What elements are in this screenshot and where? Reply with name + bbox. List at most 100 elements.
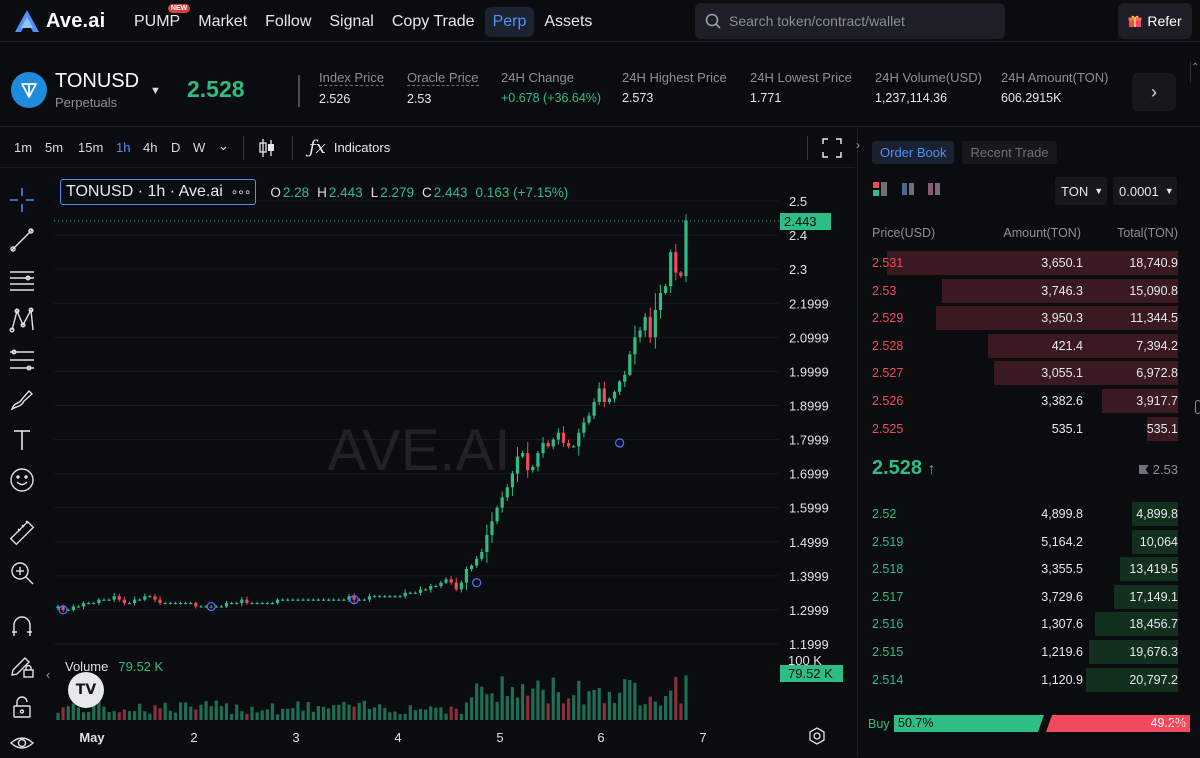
- tab-recent-trade[interactable]: Recent Trade: [962, 141, 1057, 164]
- nav-item-assets[interactable]: Assets: [536, 7, 600, 37]
- scroll-edge[interactable]: ⌃: [1190, 62, 1200, 82]
- bid-row[interactable]: 2.519 5,164.2 10,064: [872, 529, 1178, 554]
- bid-row[interactable]: 2.515 1,219.6 19,676.3: [872, 640, 1178, 664]
- draw-lock-tool[interactable]: [7, 652, 37, 682]
- ticker-next-button[interactable]: ›: [1132, 73, 1176, 111]
- chart-watermark: AVE.AI: [328, 418, 511, 483]
- symbol-dropdown-icon[interactable]: ▼: [150, 85, 161, 97]
- fib-tool[interactable]: [7, 345, 37, 375]
- candle: [240, 599, 244, 604]
- timeframe-dropdown-icon[interactable]: ⌄: [218, 138, 229, 154]
- ask-row[interactable]: 2.526 3,382.6 3,917.7: [872, 389, 1178, 413]
- event-marker-icon[interactable]: [614, 438, 625, 448]
- trend-line-tool[interactable]: [7, 225, 37, 255]
- legend-more-icon[interactable]: ∘∘∘: [231, 185, 252, 199]
- ask-row[interactable]: 2.53 3,746.3 15,090.8: [872, 278, 1178, 303]
- ask-row[interactable]: 2.529 3,950.3 11,344.5: [872, 306, 1178, 331]
- bid-row[interactable]: 2.514 1,120.9 20,797.2: [872, 667, 1178, 692]
- search-box[interactable]: [695, 3, 1005, 39]
- collapse-arrow-icon[interactable]: ‹: [46, 667, 50, 682]
- nav-item-label: Copy Trade: [391, 13, 475, 30]
- visibility-tool[interactable]: [7, 728, 37, 758]
- stat-value: 1.771: [750, 91, 782, 105]
- ask-row[interactable]: 2.528 421.4 7,394.2: [872, 333, 1178, 358]
- y-axis-tick: 1.6999: [789, 467, 829, 482]
- symbol-legend-box[interactable]: TONUSD · 1h · Ave.ai ∘∘∘: [60, 179, 257, 205]
- stat-oracle-price[interactable]: Oracle Price 2.53: [407, 70, 479, 106]
- precision-select[interactable]: 0.0001 ▼: [1113, 177, 1177, 205]
- event-marker-icon[interactable]: [472, 577, 482, 588]
- timeframe-W[interactable]: W: [193, 140, 205, 155]
- ruler-icon: [9, 520, 35, 546]
- bid-row[interactable]: 2.518 3,355.5 13,419.5: [872, 557, 1178, 582]
- nav-item-signal[interactable]: Signal: [321, 7, 381, 37]
- ask-row[interactable]: 2.525 535.1 535.1: [872, 416, 1178, 441]
- unit-select[interactable]: TON ▼: [1055, 177, 1107, 205]
- nav-item-pump[interactable]: PUMP NEW: [126, 4, 191, 37]
- pattern-tool[interactable]: [7, 305, 37, 335]
- bid-row[interactable]: 2.52 4,899.8 4,899.8: [872, 502, 1178, 526]
- candle-type-button[interactable]: [258, 137, 276, 162]
- panel-collapse-icon[interactable]: ›: [856, 138, 860, 152]
- bid-row[interactable]: 2.517 3,729.6 17,149.1: [872, 584, 1178, 609]
- volume-bar: [679, 703, 683, 720]
- horizontal-lines-tool[interactable]: [7, 265, 37, 295]
- ohlc-low: 2.279: [380, 184, 414, 200]
- text-tool[interactable]: [7, 425, 37, 455]
- chevron-right-icon: ›: [1151, 81, 1157, 102]
- search-input[interactable]: [729, 13, 989, 29]
- search-icon: [705, 13, 721, 29]
- bid-row[interactable]: 2.516 1,307.6 18,456.7: [872, 612, 1178, 637]
- candle: [526, 453, 530, 471]
- magnet-tool[interactable]: [7, 611, 37, 641]
- candle: [648, 316, 652, 338]
- brush-tool[interactable]: [7, 385, 37, 415]
- candle: [81, 603, 86, 607]
- volume-bar: [240, 711, 244, 720]
- symbol-name[interactable]: TONUSD: [55, 70, 139, 93]
- row-amount: 1,307.6: [1041, 617, 1083, 632]
- volume-bar: [199, 704, 203, 720]
- ob-view-bids-button[interactable]: [900, 181, 916, 200]
- candle: [372, 596, 377, 598]
- nav-item-copy-trade[interactable]: Copy Trade: [384, 7, 483, 37]
- crosshair-tool[interactable]: [7, 185, 37, 215]
- volume-bar: [536, 680, 540, 720]
- volume-bar: [56, 712, 60, 720]
- candle: [127, 603, 132, 605]
- nav-item-follow[interactable]: Follow: [257, 7, 319, 37]
- ruler-tool[interactable]: [7, 518, 37, 548]
- horizontal-lines-icon: [10, 271, 34, 291]
- pattern-icon: [9, 307, 34, 333]
- timeframe-1m[interactable]: 1m: [14, 140, 32, 155]
- timeframe-1h[interactable]: 1h: [116, 140, 130, 155]
- fullscreen-button[interactable]: [822, 138, 842, 161]
- timeframe-D[interactable]: D: [171, 140, 180, 155]
- ask-row[interactable]: 2.527 3,055.1 6,972.8: [872, 361, 1178, 386]
- volume-bar: [418, 708, 423, 720]
- logo[interactable]: Ave.ai: [14, 8, 105, 34]
- candle: [577, 432, 581, 447]
- chart-settings-button[interactable]: [808, 727, 826, 748]
- tab-order-book[interactable]: Order Book: [872, 141, 955, 164]
- candle: [612, 391, 617, 399]
- ob-view-both-button[interactable]: [872, 181, 888, 200]
- indicators-button[interactable]: ƒx Indicators: [309, 137, 390, 158]
- row-amount: 3,950.3: [1041, 311, 1083, 326]
- chart-canvas[interactable]: AVE.AI 2.5 2.4 2.3 2.1999 2.0999 1.9999 1.8999…: [44, 170, 856, 757]
- emoji-tool[interactable]: [7, 465, 37, 495]
- ask-row[interactable]: 2.531 3,650.1 18,740.9: [872, 251, 1178, 275]
- nav-item-market[interactable]: Market: [190, 7, 255, 37]
- timeframe-5m[interactable]: 5m: [45, 140, 63, 155]
- zoom-in-tool[interactable]: [7, 558, 37, 588]
- stat-index-price[interactable]: Index Price 2.526: [319, 70, 385, 106]
- lock-tool[interactable]: [7, 692, 37, 722]
- tradingview-logo[interactable]: TV: [68, 672, 104, 708]
- ob-view-asks-button[interactable]: [926, 181, 942, 200]
- candle: [663, 286, 668, 294]
- timeframe-4h[interactable]: 4h: [143, 140, 157, 155]
- nav-item-perp[interactable]: Perp: [484, 7, 535, 37]
- timeframe-15m[interactable]: 15m: [78, 140, 103, 155]
- refer-button[interactable]: Refer: [1118, 3, 1192, 39]
- price-chart[interactable]: AVE.AI 2.5 2.4 2.3 2.1999 2.0999 1.9999 1.8999…: [44, 170, 856, 757]
